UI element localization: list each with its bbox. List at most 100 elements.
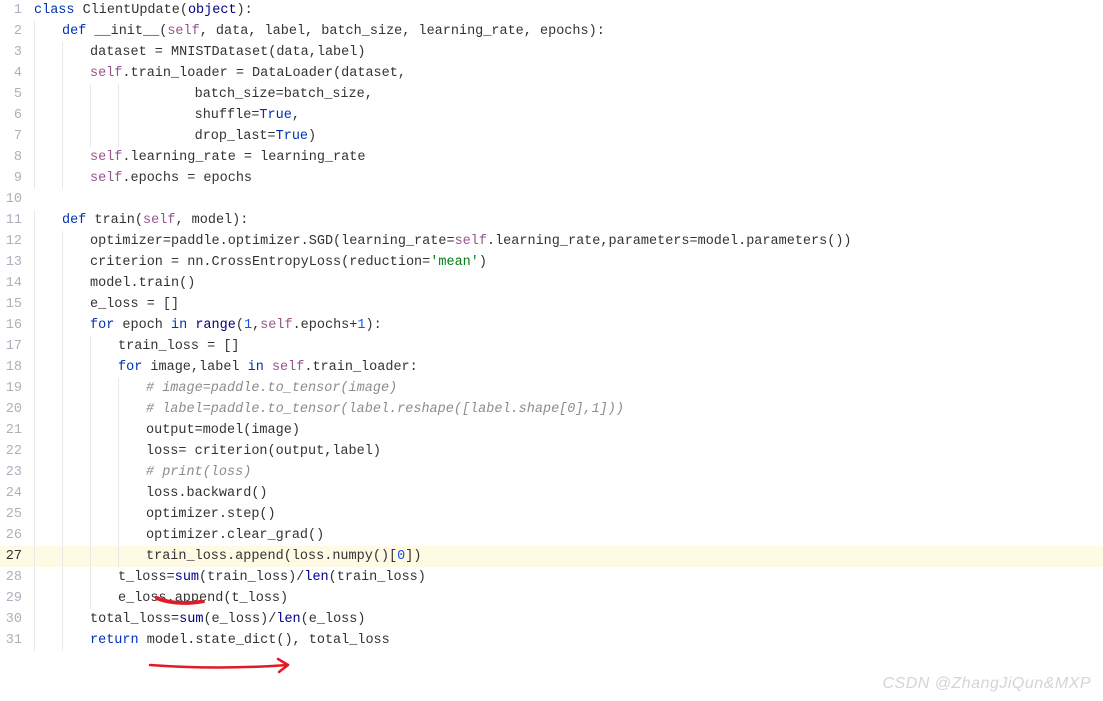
code-text: train_loss.append(loss.numpy()[0]) xyxy=(146,546,421,567)
code-line: 17 train_loss = [] xyxy=(0,336,1103,357)
line-number: 21 xyxy=(0,420,34,441)
code-line: 23 # print(loss) xyxy=(0,462,1103,483)
code-line: 21 output=model(image) xyxy=(0,420,1103,441)
hand-drawn-arrow xyxy=(148,657,308,679)
indent-guides xyxy=(34,63,90,84)
indent-guides xyxy=(34,504,146,525)
indent-guides xyxy=(34,147,90,168)
code-text: train_loss = [] xyxy=(118,336,240,357)
line-number: 24 xyxy=(0,483,34,504)
code-line: 31return model.state_dict(), total_loss xyxy=(0,630,1103,651)
line-number: 1 xyxy=(0,0,34,21)
line-number: 30 xyxy=(0,609,34,630)
code-line: 28 t_loss=sum(train_loss)/len(train_loss) xyxy=(0,567,1103,588)
code-line: 9self.epochs = epochs xyxy=(0,168,1103,189)
code-text: for epoch in range(1,self.epochs+1): xyxy=(90,315,382,336)
code-text: # image=paddle.to_tensor(image) xyxy=(146,378,397,399)
code-text: output=model(image) xyxy=(146,420,300,441)
line-number: 9 xyxy=(0,168,34,189)
code-line: 22 loss= criterion(output,label) xyxy=(0,441,1103,462)
code-text: shuffle=True, xyxy=(146,105,300,126)
code-text: t_loss=sum(train_loss)/len(train_loss) xyxy=(118,567,426,588)
code-line: 2def __init__(self, data, label, batch_s… xyxy=(0,21,1103,42)
indent-guides xyxy=(34,21,62,42)
code-text: optimizer=paddle.optimizer.SGD(learning_… xyxy=(90,231,852,252)
code-text: # print(loss) xyxy=(146,462,251,483)
line-number: 22 xyxy=(0,441,34,462)
code-line: 26 optimizer.clear_grad() xyxy=(0,525,1103,546)
code-text: batch_size=batch_size, xyxy=(146,84,373,105)
line-number: 4 xyxy=(0,63,34,84)
code-line: 14model.train() xyxy=(0,273,1103,294)
code-text: def __init__(self, data, label, batch_si… xyxy=(62,21,605,42)
code-line: 29 e_loss.append(t_loss) xyxy=(0,588,1103,609)
code-line: 12 optimizer=paddle.optimizer.SGD(learnin… xyxy=(0,231,1103,252)
line-number: 29 xyxy=(0,588,34,609)
code-line: 11 def train(self, model): xyxy=(0,210,1103,231)
code-line: 1class ClientUpdate(object): xyxy=(0,0,1103,21)
line-number: 17 xyxy=(0,336,34,357)
code-text: for image,label in self.train_loader: xyxy=(118,357,418,378)
line-number: 11 xyxy=(0,210,34,231)
line-number: 23 xyxy=(0,462,34,483)
code-text: drop_last=True) xyxy=(146,126,316,147)
line-number: 25 xyxy=(0,504,34,525)
indent-guides xyxy=(34,399,146,420)
code-line: 16 for epoch in range(1,self.epochs+1): xyxy=(0,315,1103,336)
indent-guides xyxy=(34,168,90,189)
indent-guides xyxy=(34,420,146,441)
indent-guides xyxy=(34,84,146,105)
line-number: 7 xyxy=(0,126,34,147)
watermark: CSDN @ZhangJiQun&MXP xyxy=(882,675,1091,693)
indent-guides xyxy=(34,462,146,483)
indent-guides xyxy=(34,441,146,462)
code-line: 24 loss.backward() xyxy=(0,483,1103,504)
code-text: optimizer.step() xyxy=(146,504,276,525)
code-text: total_loss=sum(e_loss)/len(e_loss) xyxy=(90,609,365,630)
code-text: e_loss = [] xyxy=(90,294,179,315)
indent-guides xyxy=(34,42,90,63)
code-line: 20# label=paddle.to_tensor(label.reshape… xyxy=(0,399,1103,420)
indent-guides xyxy=(34,336,118,357)
line-number: 15 xyxy=(0,294,34,315)
code-line: 25 optimizer.step() xyxy=(0,504,1103,525)
code-editor: 1class ClientUpdate(object):2def __init_… xyxy=(0,0,1103,651)
line-number: 18 xyxy=(0,357,34,378)
code-text: optimizer.clear_grad() xyxy=(146,525,324,546)
line-number: 26 xyxy=(0,525,34,546)
line-number: 28 xyxy=(0,567,34,588)
code-text: e_loss.append(t_loss) xyxy=(118,588,288,609)
code-text: def train(self, model): xyxy=(62,210,248,231)
code-text: # label=paddle.to_tensor(label.reshape([… xyxy=(146,399,624,420)
line-number: 16 xyxy=(0,315,34,336)
line-number: 31 xyxy=(0,630,34,651)
line-number: 19 xyxy=(0,378,34,399)
indent-guides xyxy=(34,588,118,609)
code-text: class ClientUpdate(object): xyxy=(34,0,253,21)
line-number: 10 xyxy=(0,189,34,210)
code-text: criterion = nn.CrossEntropyLoss(reductio… xyxy=(90,252,487,273)
indent-guides xyxy=(34,231,90,252)
indent-guides xyxy=(34,210,62,231)
code-line: 5 batch_size=batch_size, xyxy=(0,84,1103,105)
indent-guides xyxy=(34,567,118,588)
indent-guides xyxy=(34,525,146,546)
indent-guides xyxy=(34,126,146,147)
line-number: 12 xyxy=(0,231,34,252)
line-number: 6 xyxy=(0,105,34,126)
indent-guides xyxy=(34,294,90,315)
line-number: 5 xyxy=(0,84,34,105)
line-number: 13 xyxy=(0,252,34,273)
indent-guides xyxy=(34,105,146,126)
code-text: dataset = MNISTDataset(data,label) xyxy=(90,42,365,63)
code-text: loss= criterion(output,label) xyxy=(146,441,381,462)
code-text: self.learning_rate = learning_rate xyxy=(90,147,365,168)
indent-guides xyxy=(34,483,146,504)
indent-guides xyxy=(34,609,90,630)
code-line: 13 criterion = nn.CrossEntropyLoss(reduct… xyxy=(0,252,1103,273)
indent-guides xyxy=(34,273,90,294)
code-text: model.train() xyxy=(90,273,195,294)
code-text: loss.backward() xyxy=(146,483,268,504)
indent-guides xyxy=(34,315,90,336)
code-line: 4self.train_loader = DataLoader(dataset, xyxy=(0,63,1103,84)
